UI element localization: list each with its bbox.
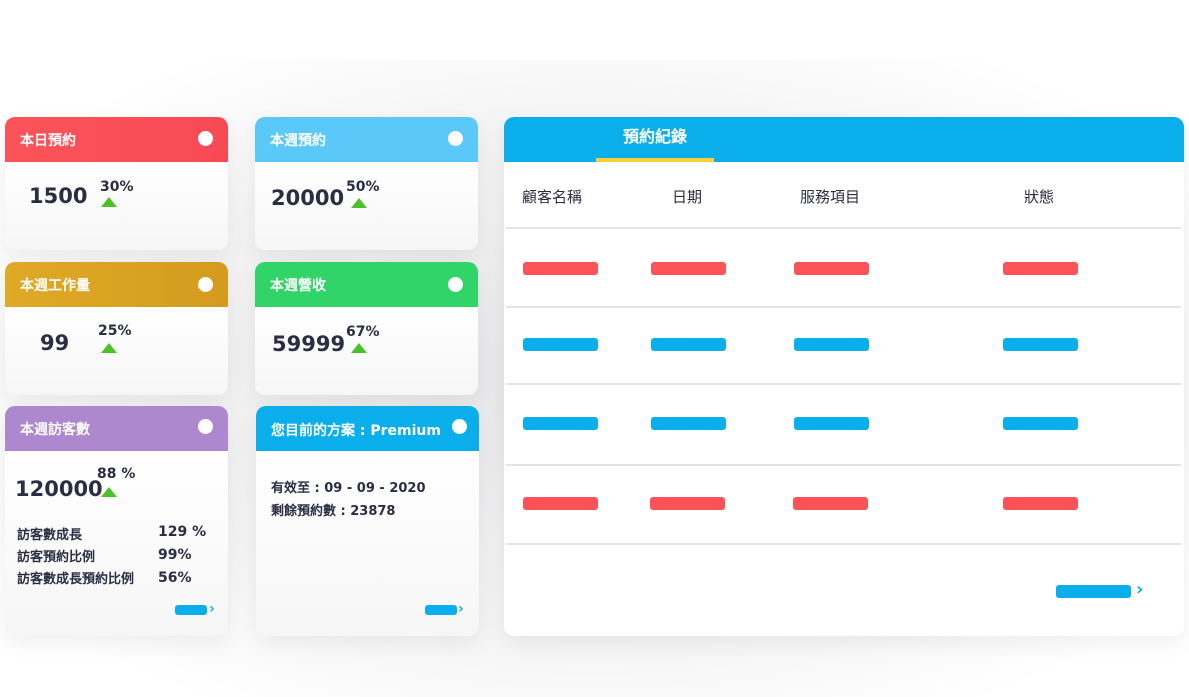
cell-placeholder <box>651 338 726 351</box>
card-week-bookings: 本週預約 20000 50% <box>255 117 478 250</box>
circle-dot-icon[interactable] <box>198 277 213 292</box>
card-body: 59999 67% <box>255 307 478 395</box>
stat-value: 20000 <box>271 186 345 210</box>
triangle-up-icon <box>101 487 117 497</box>
card-title: 本週訪客數 <box>20 422 90 438</box>
card-header: 本週預約 <box>255 117 478 162</box>
card-body: 99 25% <box>5 307 228 395</box>
more-button[interactable] <box>1056 585 1131 598</box>
stat-value: 1500 <box>29 184 88 208</box>
card-body: 1500 30% <box>5 162 228 250</box>
cell-placeholder <box>794 417 869 430</box>
records-panel: 預約紀錄 顧客名稱 日期 服務項目 狀態 › <box>504 117 1184 636</box>
card-week-revenue: 本週營收 59999 67% <box>255 262 478 395</box>
chevron-right-icon[interactable]: › <box>1136 581 1143 599</box>
visitor-stat-label: 訪客預約比例 <box>17 550 96 565</box>
cell-placeholder <box>651 417 726 430</box>
triangle-up-icon <box>101 197 117 207</box>
card-body: 120000 88 % 訪客數成長 129 % 訪客預約比例 99% 訪客數成長… <box>5 451 228 636</box>
stat-percent: 30% <box>100 179 134 195</box>
card-title: 本週營收 <box>270 278 326 294</box>
column-header-date: 日期 <box>672 188 703 206</box>
stat-value: 120000 <box>15 477 103 501</box>
circle-dot-icon[interactable] <box>448 131 463 146</box>
cell-placeholder <box>523 262 598 275</box>
status-pill <box>1003 338 1078 351</box>
status-pill <box>1003 497 1078 510</box>
more-button[interactable] <box>425 605 457 615</box>
column-header-service: 服務項目 <box>800 188 861 206</box>
stat-percent: 88 % <box>97 466 136 482</box>
cell-placeholder <box>523 417 598 430</box>
column-header-status: 狀態 <box>1024 188 1055 206</box>
stat-percent: 25% <box>98 323 132 339</box>
stat-value: 99 <box>40 331 70 355</box>
cell-placeholder <box>523 497 598 510</box>
cell-placeholder <box>650 497 725 510</box>
visitor-stat-label: 訪客數成長預約比例 <box>17 572 135 587</box>
circle-dot-icon[interactable] <box>198 131 213 146</box>
visitor-stat-value: 56% <box>158 570 192 586</box>
records-header: 預約紀錄 <box>504 117 1184 162</box>
column-header-customer: 顧客名稱 <box>522 188 583 206</box>
stat-percent: 50% <box>346 179 380 195</box>
circle-dot-icon[interactable] <box>452 419 467 434</box>
card-title: 本週預約 <box>270 133 326 149</box>
triangle-up-icon <box>351 198 367 208</box>
row-divider <box>506 543 1181 545</box>
cell-placeholder <box>794 338 869 351</box>
status-pill <box>1003 262 1078 275</box>
plan-title: 您目前的方案 : Premium <box>271 423 441 439</box>
card-title: 本日預約 <box>20 133 76 149</box>
card-header: 本週工作量 <box>5 262 228 307</box>
card-week-visitors: 本週訪客數 120000 88 % 訪客數成長 129 % 訪客預約比例 99%… <box>5 406 228 636</box>
card-today-bookings: 本日預約 1500 30% <box>5 117 228 250</box>
chevron-right-icon[interactable]: › <box>458 602 464 616</box>
plan-remaining: 剩餘預約數 : 23878 <box>271 504 396 519</box>
cell-placeholder <box>523 338 598 351</box>
visitor-stat-value: 129 % <box>158 524 207 540</box>
card-body: 20000 50% <box>255 162 478 250</box>
stat-value: 59999 <box>272 332 346 356</box>
triangle-up-icon <box>351 343 367 353</box>
card-header: 本日預約 <box>5 117 228 162</box>
cell-placeholder <box>794 262 869 275</box>
card-title: 本週工作量 <box>20 278 90 294</box>
row-divider <box>506 383 1181 385</box>
card-body: 有效至 : 09 - 09 - 2020 剩餘預約數 : 23878 › <box>256 451 479 636</box>
stat-percent: 67% <box>346 324 380 340</box>
row-divider <box>506 306 1181 308</box>
circle-dot-icon[interactable] <box>198 419 213 434</box>
tab-records[interactable]: 預約紀錄 <box>596 117 714 162</box>
more-button[interactable] <box>175 605 207 615</box>
row-divider <box>506 464 1181 466</box>
triangle-up-icon <box>101 343 117 353</box>
cell-placeholder <box>793 497 868 510</box>
tab-active-indicator <box>596 158 714 162</box>
circle-dot-icon[interactable] <box>448 277 463 292</box>
visitor-stat-value: 99% <box>158 547 192 563</box>
card-header: 您目前的方案 : Premium <box>256 406 479 451</box>
plan-valid-until: 有效至 : 09 - 09 - 2020 <box>271 481 426 496</box>
card-current-plan: 您目前的方案 : Premium 有效至 : 09 - 09 - 2020 剩餘… <box>256 406 479 636</box>
chevron-right-icon[interactable]: › <box>209 602 215 616</box>
card-week-workload: 本週工作量 99 25% <box>5 262 228 395</box>
card-header: 本週營收 <box>255 262 478 307</box>
row-divider <box>506 227 1181 229</box>
status-pill <box>1003 417 1078 430</box>
visitor-stat-label: 訪客數成長 <box>17 528 83 543</box>
cell-placeholder <box>651 262 726 275</box>
card-header: 本週訪客數 <box>5 406 228 451</box>
